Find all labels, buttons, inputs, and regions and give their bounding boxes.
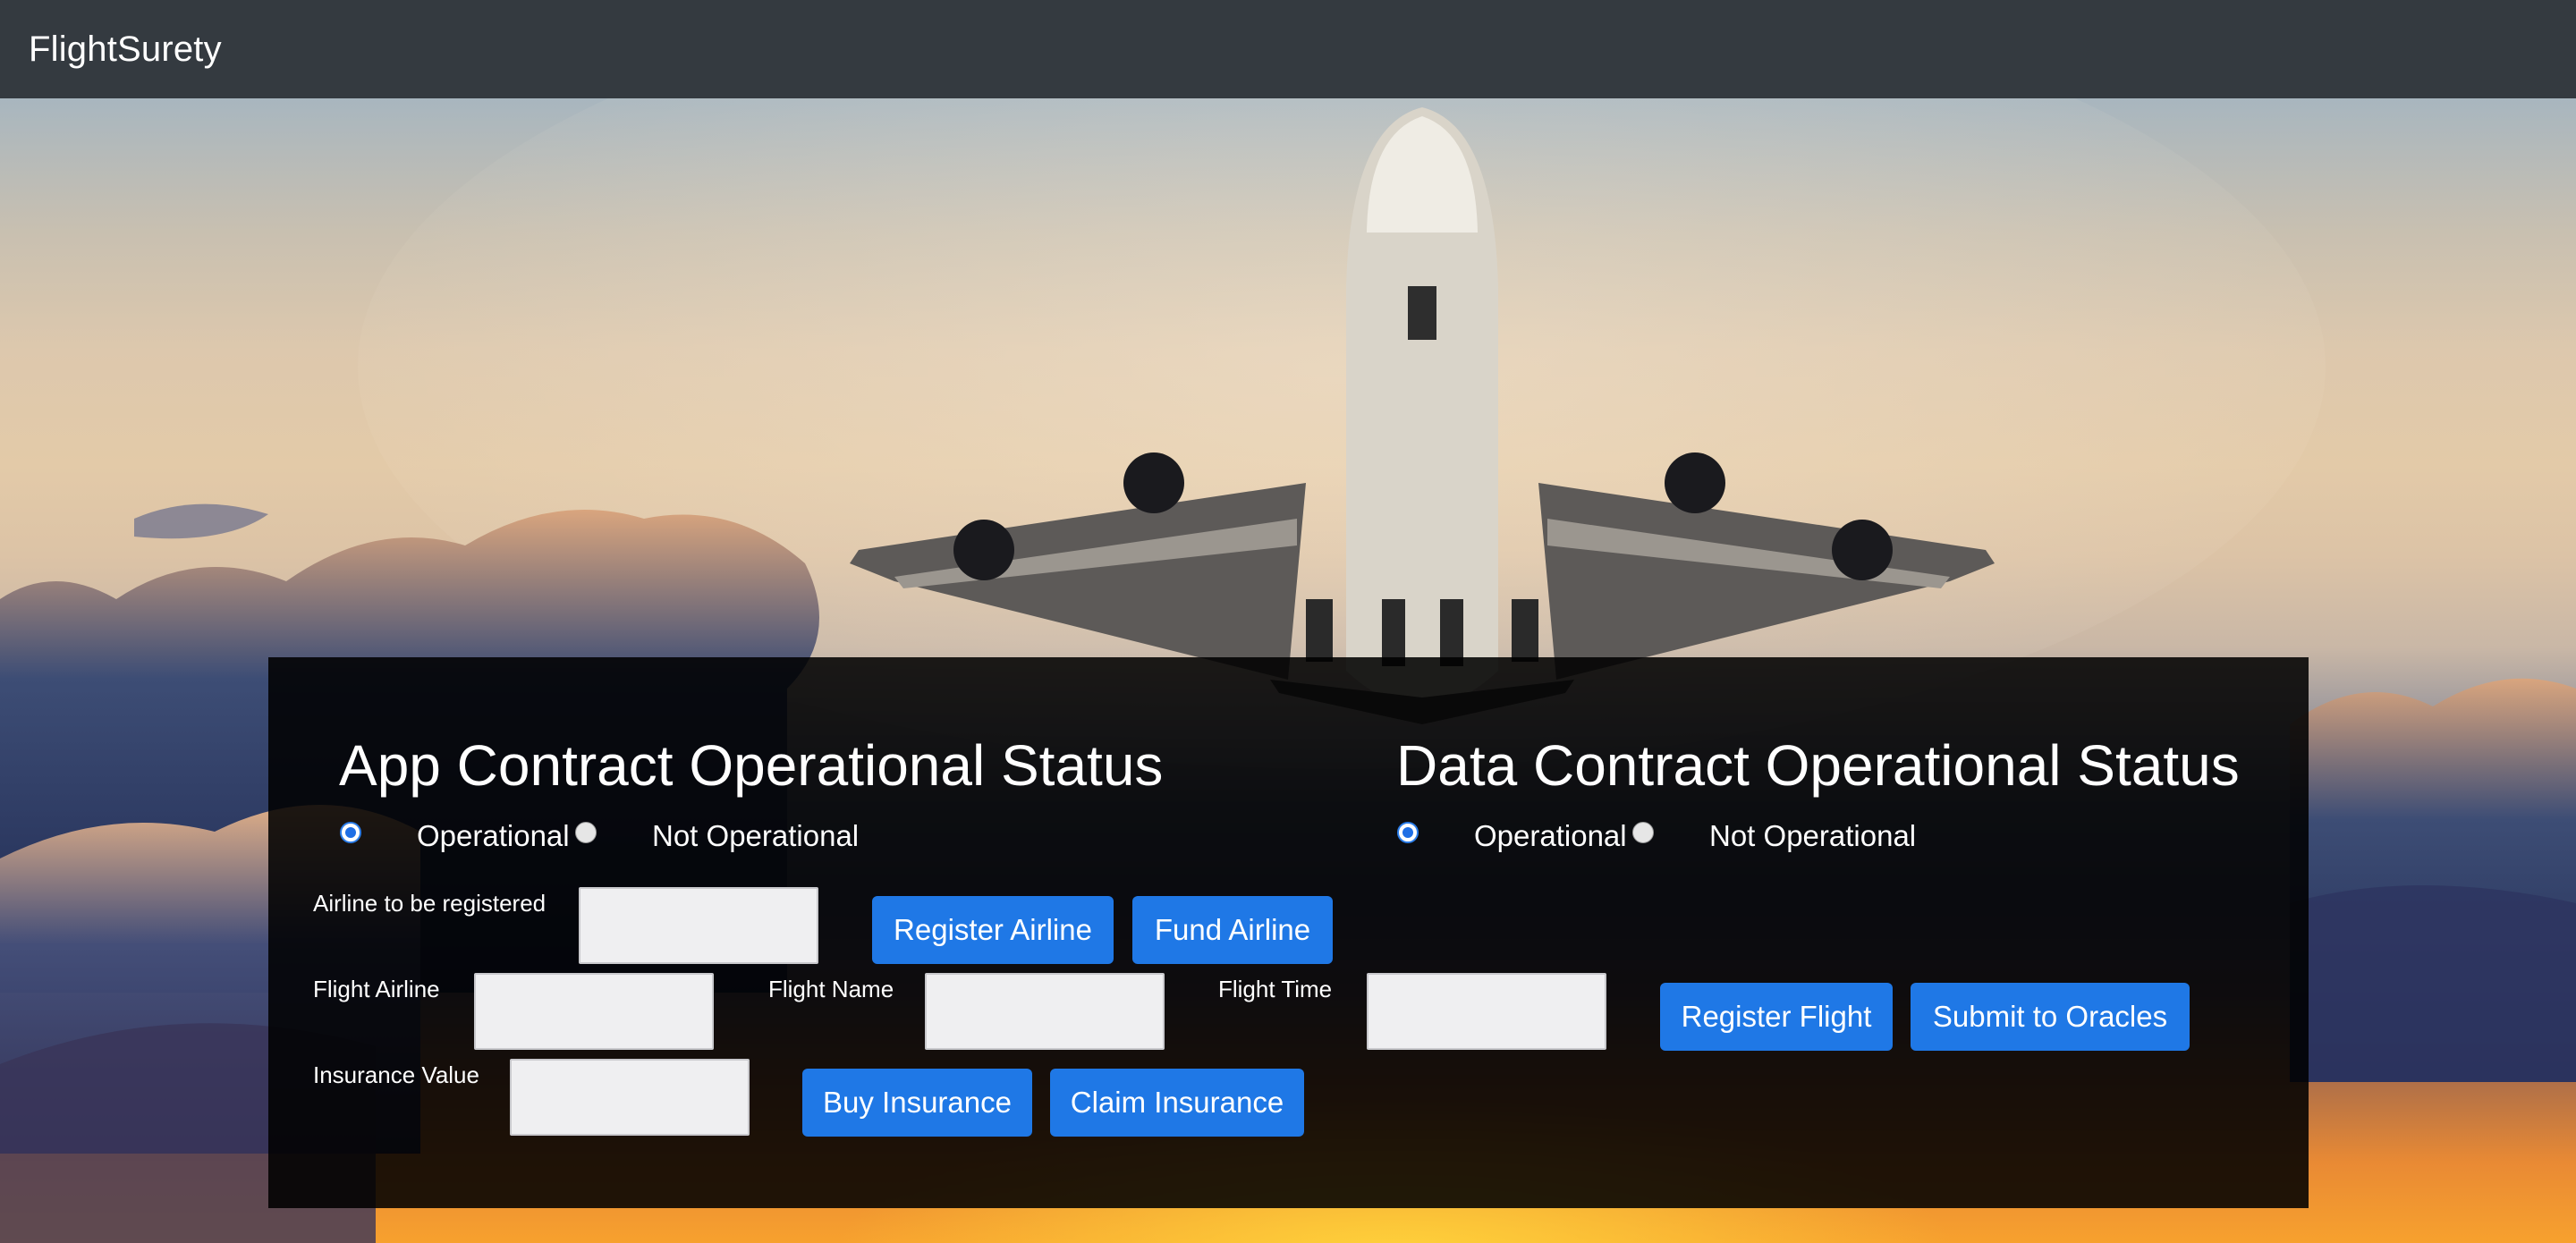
register-flight-button[interactable]: Register Flight	[1660, 983, 1893, 1051]
brand-title[interactable]: FlightSurety	[29, 30, 222, 70]
flight-airline-label: Flight Airline	[313, 976, 440, 1002]
insurance-value-input[interactable]	[510, 1059, 750, 1136]
app-operational-radio[interactable]	[340, 822, 361, 843]
app-contract-status-title: App Contract Operational Status	[339, 733, 1164, 798]
app-not-operational-label: Not Operational	[652, 819, 860, 852]
control-panel: App Contract Operational Status Operatio…	[268, 657, 2309, 1208]
flight-time-input[interactable]	[1367, 973, 1606, 1050]
airline-to-register-label: Airline to be registered	[313, 890, 547, 917]
register-airline-button[interactable]: Register Airline	[872, 896, 1114, 964]
flight-airline-input[interactable]	[474, 973, 714, 1050]
data-contract-status-title: Data Contract Operational Status	[1396, 733, 2240, 798]
airline-address-input[interactable]	[579, 887, 818, 964]
insurance-value-label: Insurance Value	[313, 1061, 479, 1088]
claim-insurance-button[interactable]: Claim Insurance	[1050, 1069, 1304, 1137]
navbar: FlightSurety	[0, 0, 2576, 98]
flight-time-label: Flight Time	[1218, 976, 1333, 1002]
app-not-operational-radio[interactable]	[575, 822, 597, 843]
data-operational-radio[interactable]	[1397, 822, 1419, 843]
data-operational-label: Operational	[1474, 819, 1627, 852]
flight-name-input[interactable]	[925, 973, 1165, 1050]
buy-insurance-button[interactable]: Buy Insurance	[802, 1069, 1032, 1137]
flight-name-label: Flight Name	[768, 976, 894, 1002]
data-not-operational-radio[interactable]	[1632, 822, 1654, 843]
submit-to-oracles-button[interactable]: Submit to Oracles	[1911, 983, 2190, 1051]
fund-airline-button[interactable]: Fund Airline	[1132, 896, 1333, 964]
app-operational-label: Operational	[417, 819, 570, 852]
data-not-operational-label: Not Operational	[1709, 819, 1917, 852]
